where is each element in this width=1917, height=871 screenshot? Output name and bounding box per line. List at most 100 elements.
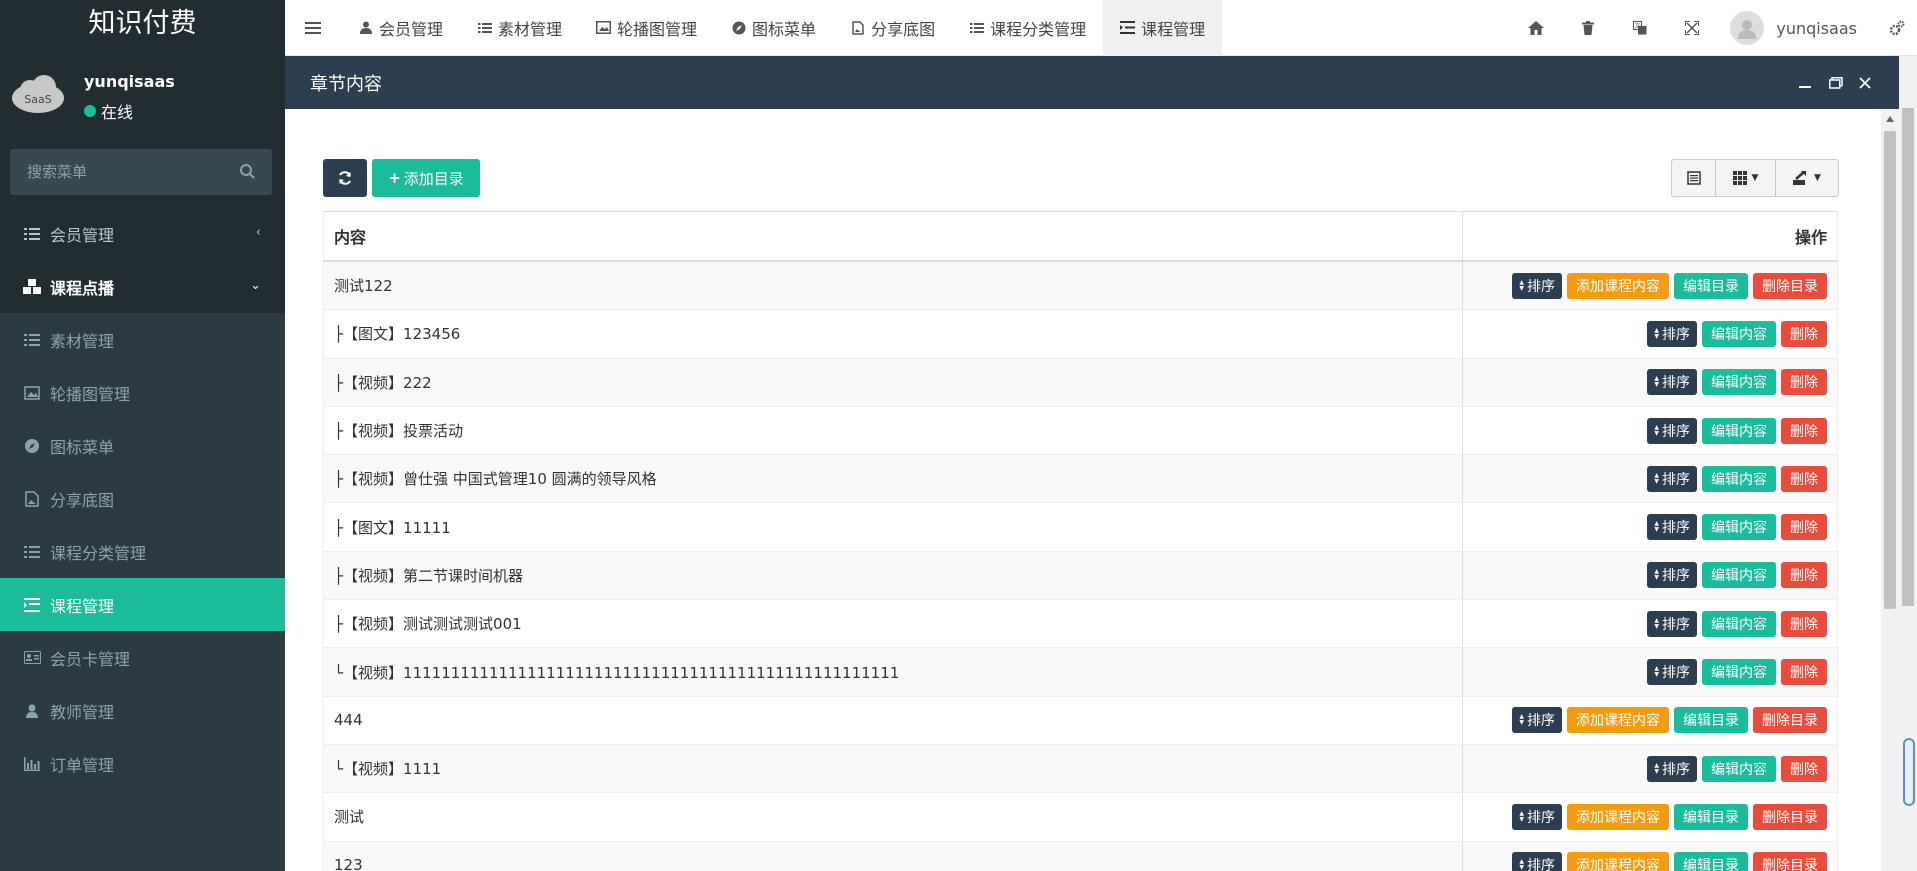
top-user-menu[interactable]: yunqisaas bbox=[1718, 11, 1877, 45]
fullscreen-icon[interactable] bbox=[1666, 0, 1718, 56]
row-actions: ▲ ▼ 排序 编辑内容 删除 bbox=[1463, 744, 1838, 793]
sidebar-item-material[interactable]: 素材管理 bbox=[0, 313, 285, 366]
sort-button[interactable]: ▲ ▼ 排序 bbox=[1647, 659, 1697, 686]
sidebar-item-share-image[interactable]: 分享底图 bbox=[0, 472, 285, 525]
sidebar-item-course-category[interactable]: 课程分类管理 bbox=[0, 525, 285, 578]
action-label: 删除 bbox=[1790, 520, 1818, 537]
edit-catalog-button[interactable]: 编辑目录 bbox=[1674, 803, 1748, 830]
sort-button[interactable]: ▲ ▼ 排序 bbox=[1647, 610, 1697, 637]
sidebar-item-carousel[interactable]: 轮播图管理 bbox=[0, 366, 285, 419]
tab-member[interactable]: 会员管理 bbox=[341, 0, 460, 56]
sort-button[interactable]: ▲ ▼ 排序 bbox=[1647, 417, 1697, 444]
sidebar-item-course-manage[interactable]: 课程管理 bbox=[0, 578, 285, 631]
table-row: ├【视频】曾仕强 中国式管理10 圆满的领导风格 ▲ ▼ 排序 编辑内容 删除 bbox=[323, 455, 1838, 504]
home-icon[interactable] bbox=[1510, 0, 1562, 56]
sort-button[interactable]: ▲ ▼ 排序 bbox=[1647, 369, 1697, 396]
sort-button[interactable]: ▲ ▼ 排序 bbox=[1512, 272, 1562, 299]
delete-catalog-button[interactable]: 删除目录 bbox=[1753, 272, 1827, 299]
delete-button[interactable]: 删除 bbox=[1781, 755, 1827, 782]
edit-content-button[interactable]: 编辑内容 bbox=[1702, 562, 1776, 589]
delete-button[interactable]: 删除 bbox=[1781, 320, 1827, 347]
tab-material[interactable]: 素材管理 bbox=[460, 0, 579, 56]
delete-catalog-button[interactable]: 删除目录 bbox=[1753, 803, 1827, 830]
add-content-button[interactable]: 添加课程内容 bbox=[1567, 803, 1669, 830]
sort-icon: ▲ ▼ bbox=[1654, 375, 1659, 389]
tab-course-category[interactable]: 课程分类管理 bbox=[952, 0, 1103, 56]
sort-icon: ▲ ▼ bbox=[1654, 616, 1659, 630]
search-icon[interactable] bbox=[239, 163, 256, 180]
cubes-icon bbox=[22, 278, 42, 296]
sort-button[interactable]: ▲ ▼ 排序 bbox=[1647, 320, 1697, 347]
minimize-icon[interactable] bbox=[1790, 56, 1820, 109]
row-actions: ▲ ▼ 排序 添加课程内容 编辑目录 删除目录 bbox=[1463, 793, 1838, 841]
export-dropdown-button[interactable]: ▼ bbox=[1776, 160, 1838, 196]
sidebar-item-order[interactable]: 订单管理 bbox=[0, 737, 285, 790]
tab-carousel[interactable]: 轮播图管理 bbox=[579, 0, 714, 56]
trash-icon[interactable] bbox=[1562, 0, 1614, 56]
sort-button[interactable]: ▲ ▼ 排序 bbox=[1512, 803, 1562, 830]
sort-button[interactable]: ▲ ▼ 排序 bbox=[1647, 755, 1697, 782]
columns-dropdown-button[interactable]: ▼ bbox=[1716, 160, 1776, 196]
menu-search-input[interactable] bbox=[10, 149, 272, 195]
sidebar-item-member-card[interactable]: 会员卡管理 bbox=[0, 631, 285, 684]
scrollbar-thumb[interactable] bbox=[1884, 131, 1896, 609]
sort-button[interactable]: ▲ ▼ 排序 bbox=[1647, 514, 1697, 541]
edit-content-button[interactable]: 编辑内容 bbox=[1702, 755, 1776, 782]
action-label: 编辑内容 bbox=[1711, 616, 1767, 633]
add-catalog-button[interactable]: + 添加目录 bbox=[372, 159, 480, 197]
user-panel: SaaS yunqisaas 在线 bbox=[0, 52, 285, 142]
edit-content-button[interactable]: 编辑内容 bbox=[1702, 417, 1776, 444]
translate-icon[interactable]: 文 bbox=[1614, 0, 1666, 56]
edit-catalog-button[interactable]: 编辑目录 bbox=[1674, 272, 1748, 299]
action-label: 排序 bbox=[1662, 520, 1690, 537]
sidebar-item-teacher[interactable]: 教师管理 bbox=[0, 684, 285, 737]
delete-button[interactable]: 删除 bbox=[1781, 514, 1827, 541]
edit-content-button[interactable]: 编辑内容 bbox=[1702, 369, 1776, 396]
delete-button[interactable]: 删除 bbox=[1781, 610, 1827, 637]
add-content-button[interactable]: 添加课程内容 bbox=[1567, 852, 1669, 871]
content-scrollbar[interactable] bbox=[1881, 109, 1899, 871]
edit-content-button[interactable]: 编辑内容 bbox=[1702, 514, 1776, 541]
app-logo[interactable]: 知识付费 bbox=[0, 0, 285, 52]
edit-catalog-button[interactable]: 编辑目录 bbox=[1674, 852, 1748, 871]
tab-icon-menu[interactable]: 图标菜单 bbox=[714, 0, 833, 56]
table-row: ├【视频】投票活动 ▲ ▼ 排序 编辑内容 删除 bbox=[323, 406, 1838, 456]
delete-button[interactable]: 删除 bbox=[1781, 659, 1827, 686]
add-content-button[interactable]: 添加课程内容 bbox=[1567, 272, 1669, 299]
delete-button[interactable]: 删除 bbox=[1781, 562, 1827, 589]
column-header-content[interactable]: 内容 bbox=[323, 212, 1463, 260]
scroll-up-arrow-icon[interactable] bbox=[1886, 116, 1894, 122]
edit-content-button[interactable]: 编辑内容 bbox=[1702, 610, 1776, 637]
close-icon[interactable] bbox=[1850, 56, 1880, 109]
floating-scroll-widget[interactable] bbox=[1903, 738, 1915, 806]
delete-catalog-button[interactable]: 删除目录 bbox=[1753, 707, 1827, 734]
sort-button[interactable]: ▲ ▼ 排序 bbox=[1512, 852, 1562, 871]
table-row: 123 ▲ ▼ 排序 添加课程内容 编辑目录 删除目录 bbox=[323, 841, 1838, 871]
delete-button[interactable]: 删除 bbox=[1781, 465, 1827, 492]
sidebar-item-member[interactable]: 会员管理 ‹ bbox=[0, 207, 285, 260]
tab-course-manage[interactable]: 课程管理 bbox=[1103, 0, 1223, 56]
settings-gears-icon[interactable] bbox=[1877, 0, 1917, 56]
sort-button[interactable]: ▲ ▼ 排序 bbox=[1512, 707, 1562, 734]
sort-button[interactable]: ▲ ▼ 排序 bbox=[1647, 562, 1697, 589]
sort-button[interactable]: ▲ ▼ 排序 bbox=[1647, 465, 1697, 492]
delete-button[interactable]: 删除 bbox=[1781, 417, 1827, 444]
toggle-view-button[interactable] bbox=[1672, 160, 1716, 196]
edit-content-button[interactable]: 编辑内容 bbox=[1702, 320, 1776, 347]
edit-content-button[interactable]: 编辑内容 bbox=[1702, 465, 1776, 492]
refresh-button[interactable] bbox=[323, 159, 367, 197]
menu-toggle-icon[interactable] bbox=[285, 0, 341, 56]
delete-catalog-button[interactable]: 删除目录 bbox=[1753, 852, 1827, 871]
sort-icon: ▲ ▼ bbox=[1654, 423, 1659, 437]
delete-button[interactable]: 删除 bbox=[1781, 369, 1827, 396]
row-content: ├【视频】测试测试测试001 bbox=[323, 600, 1463, 648]
add-content-button[interactable]: 添加课程内容 bbox=[1567, 707, 1669, 734]
tab-share-image[interactable]: 分享底图 bbox=[833, 0, 952, 56]
edit-catalog-button[interactable]: 编辑目录 bbox=[1674, 707, 1748, 734]
sidebar-item-icon-menu[interactable]: 图标菜单 bbox=[0, 419, 285, 472]
edit-content-button[interactable]: 编辑内容 bbox=[1702, 659, 1776, 686]
page-scrollbar-thumb[interactable] bbox=[1902, 108, 1914, 606]
sidebar-item-course-vod[interactable]: 课程点播 ⌄ bbox=[0, 260, 285, 313]
maximize-icon[interactable] bbox=[1821, 56, 1851, 109]
avatar-text: SaaS bbox=[24, 93, 51, 106]
